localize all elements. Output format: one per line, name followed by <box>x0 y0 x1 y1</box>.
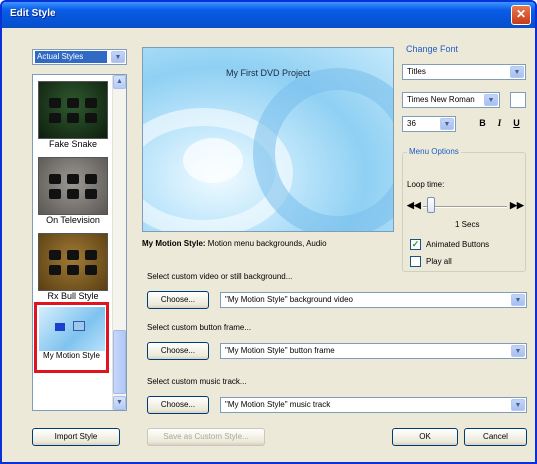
choose-button-frame-button[interactable]: Choose... <box>147 342 209 360</box>
style-description-text: Motion menu backgrounds, Audio <box>205 239 327 248</box>
scroll-up-button[interactable]: ▲ <box>113 75 126 89</box>
style-item-rx-bull[interactable]: Rx Bull Style <box>37 233 109 301</box>
music-value: "My Motion Style" music track <box>225 400 331 409</box>
style-thumbnail <box>38 157 108 215</box>
music-label: Select custom music track... <box>147 377 247 386</box>
forward-icon[interactable]: ▶▶ <box>510 200 524 211</box>
animated-buttons-label: Animated Buttons <box>426 240 490 249</box>
change-font-heading: Change Font <box>406 44 459 54</box>
button-frame-value: "My Motion Style" button frame <box>225 346 335 355</box>
style-item-fake-snake[interactable]: Fake Snake <box>37 81 109 149</box>
edit-style-dialog: Edit Style ✕ Actual Styles ▼ Fake Snake … <box>0 0 537 464</box>
font-family-value: Times New Roman <box>407 95 475 104</box>
font-target-dropdown[interactable]: Titles ▼ <box>402 64 526 80</box>
scroll-thumb[interactable] <box>113 330 126 394</box>
italic-button[interactable]: I <box>493 116 506 131</box>
menu-options-heading: Menu Options <box>407 147 461 156</box>
preview-title: My First DVD Project <box>225 68 310 78</box>
play-all-checkbox[interactable] <box>410 256 421 267</box>
style-list: Fake Snake On Television Rx Bull Style M… <box>32 74 127 411</box>
font-family-dropdown[interactable]: Times New Roman ▼ <box>402 92 500 108</box>
chevron-down-icon[interactable]: ▼ <box>440 118 454 130</box>
underline-button[interactable]: U <box>510 116 523 131</box>
font-size-value: 36 <box>407 119 416 128</box>
play-all-label: Play all <box>426 257 452 266</box>
style-caption: Rx Bull Style <box>47 291 99 301</box>
chevron-down-icon[interactable]: ▼ <box>511 345 525 357</box>
style-item-on-television[interactable]: On Television <box>37 157 109 225</box>
window-title: Edit Style <box>10 8 56 19</box>
style-list-scrollbar[interactable]: ▲ ▼ <box>112 75 126 410</box>
style-thumbnail <box>38 81 108 139</box>
style-caption: My Motion Style <box>43 351 100 360</box>
menu-options-group: Menu Options Loop time: ◀◀ ▶▶ 1 Secs ✓ A… <box>402 147 526 272</box>
chevron-down-icon[interactable]: ▼ <box>510 66 524 78</box>
font-size-dropdown[interactable]: 36 ▼ <box>402 116 456 132</box>
menu-preview: My First DVD Project <box>142 47 394 232</box>
loop-time-slider[interactable] <box>423 206 507 208</box>
loop-time-value: 1 Secs <box>455 220 480 229</box>
style-category-value: Actual Styles <box>35 51 107 63</box>
chevron-down-icon[interactable]: ▼ <box>111 51 125 63</box>
button-frame-label: Select custom button frame... <box>147 323 252 332</box>
save-custom-style-button[interactable]: Save as Custom Style... <box>147 428 265 446</box>
scroll-down-button[interactable]: ▼ <box>113 396 126 410</box>
chevron-down-icon[interactable]: ▼ <box>484 94 498 106</box>
button-frame-dropdown[interactable]: "My Motion Style" button frame ▼ <box>220 343 527 359</box>
rewind-icon[interactable]: ◀◀ <box>407 200 421 211</box>
chevron-down-icon[interactable]: ▼ <box>511 399 525 411</box>
close-button[interactable]: ✕ <box>511 5 531 25</box>
import-style-button[interactable]: Import Style <box>32 428 120 446</box>
cancel-button[interactable]: Cancel <box>464 428 527 446</box>
choose-background-button[interactable]: Choose... <box>147 291 209 309</box>
bold-button[interactable]: B <box>476 116 489 131</box>
style-thumbnail <box>38 307 105 351</box>
check-mark-icon: ✓ <box>411 239 420 249</box>
background-label: Select custom video or still background.… <box>147 272 293 281</box>
font-color-swatch[interactable] <box>510 92 526 108</box>
loop-time-slider-thumb[interactable] <box>427 197 436 213</box>
loop-time-label: Loop time: <box>407 180 445 189</box>
style-description-name: My Motion Style: <box>142 239 206 248</box>
style-description: My Motion Style: Motion menu backgrounds… <box>142 239 327 248</box>
chevron-down-icon[interactable]: ▼ <box>511 294 525 306</box>
title-bar: Edit Style ✕ <box>2 2 535 28</box>
choose-music-button[interactable]: Choose... <box>147 396 209 414</box>
style-thumbnail <box>38 233 108 291</box>
font-target-value: Titles <box>407 67 426 76</box>
style-caption: On Television <box>46 215 100 225</box>
animated-buttons-checkbox[interactable]: ✓ <box>410 239 421 250</box>
background-dropdown[interactable]: "My Motion Style" background video ▼ <box>220 292 527 308</box>
style-item-my-motion[interactable]: My Motion Style <box>34 302 109 373</box>
style-caption: Fake Snake <box>48 139 98 149</box>
ok-button[interactable]: OK <box>392 428 458 446</box>
style-category-dropdown[interactable]: Actual Styles ▼ <box>32 49 127 65</box>
background-value: "My Motion Style" background video <box>225 295 353 304</box>
music-dropdown[interactable]: "My Motion Style" music track ▼ <box>220 397 527 413</box>
